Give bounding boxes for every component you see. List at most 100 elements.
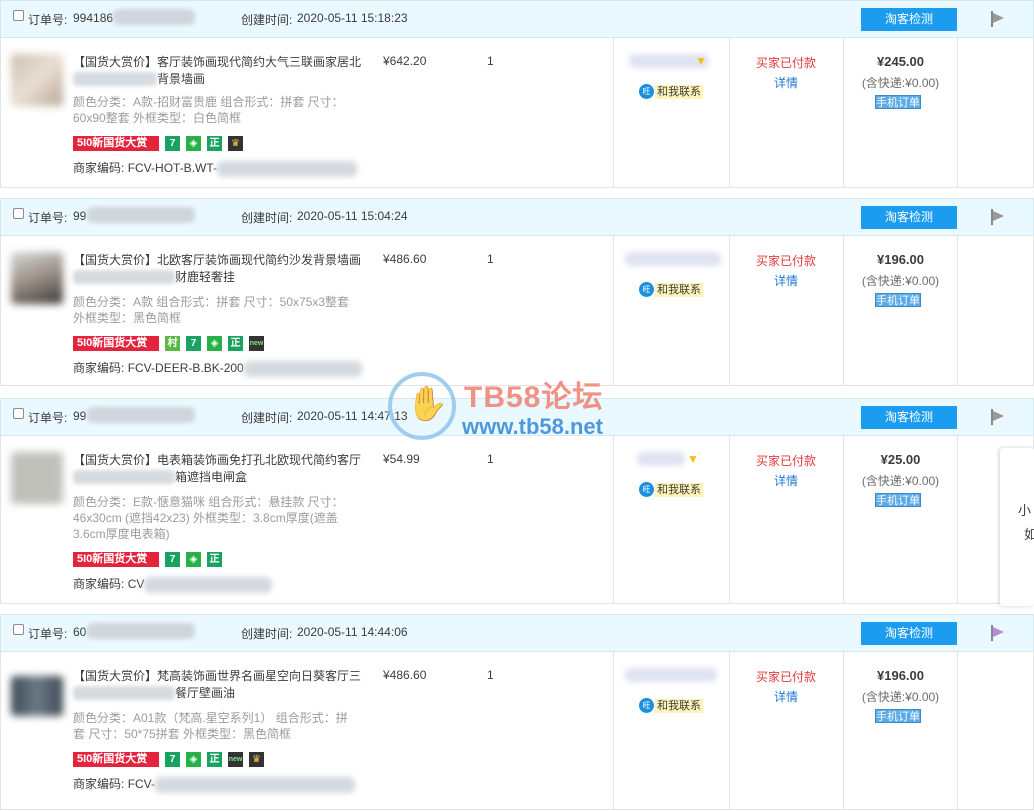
- redacted-buyer-name: [625, 252, 721, 266]
- order-body: 【国货大赏价】梵高装饰画世界名画星空向日葵客厅三 xxxxxxxxxxxxxxx…: [0, 652, 1034, 810]
- product-thumbnail[interactable]: [11, 54, 63, 106]
- taoke-check-button[interactable]: 淘客检测: [861, 622, 957, 645]
- product-tags: 5I0新国货大赏 7 ◈ 正 ♛: [73, 135, 243, 151]
- order-checkbox[interactable]: [13, 208, 24, 219]
- seven-day-return-icon: 7: [165, 551, 180, 567]
- crown-icon: ♛: [228, 135, 243, 151]
- flag-icon[interactable]: [990, 208, 1006, 226]
- order-header: 订单号: 60 创建时间: 2020-05-11 14:44:06 淘客检测: [0, 614, 1034, 652]
- contact-buyer-button[interactable]: 旺 和我联系: [639, 282, 703, 297]
- order-total: ¥196.00: [877, 668, 924, 683]
- order-status: 买家已付款: [756, 56, 817, 70]
- flag-icon[interactable]: [990, 10, 1006, 28]
- detail-link[interactable]: 详情: [774, 472, 798, 489]
- 510-promo-badge: 5I0新国货大赏: [73, 751, 159, 767]
- shipping-fee: (含快递:¥0.00): [861, 690, 940, 704]
- wangwang-icon: 旺: [639, 698, 654, 713]
- taoke-check-button[interactable]: 淘客检测: [861, 406, 957, 429]
- product-attributes: 颜色分类：E款-惬意猫咪 组合形式：悬挂款 尺寸： 46x30cm (遮挡42x…: [73, 495, 344, 541]
- unit-price: ¥486.60: [383, 252, 427, 266]
- order-total: ¥245.00: [877, 54, 924, 69]
- wangwang-icon: 旺: [639, 282, 654, 297]
- order-checkbox[interactable]: [13, 624, 24, 635]
- order-number-label: 订单号:: [28, 211, 68, 225]
- shipping-fee: (含快递:¥0.00): [861, 474, 940, 488]
- product-thumbnail[interactable]: [11, 452, 63, 504]
- detail-link[interactable]: 详情: [774, 688, 798, 705]
- quantity: 1: [487, 668, 494, 682]
- shipping-fee: (含快递:¥0.00): [861, 274, 940, 288]
- product-tags: 5I0新国货大赏 村 7 ◈ 正 new: [73, 335, 264, 351]
- product-attributes: 颜色分类：A01款（梵高.星空系列1） 组合形式：拼 套 尺寸：50*75拼套 …: [73, 711, 348, 741]
- hand-icon: ✋: [406, 385, 449, 423]
- shield-icon: ◈: [186, 751, 201, 767]
- order-checkbox[interactable]: [13, 408, 24, 419]
- product-title[interactable]: 【国货大赏价】梵高装饰画世界名画星空向日葵客厅三 xxxxxxxxxxxxxxx…: [73, 668, 365, 702]
- mobile-order-badge: 手机订单: [875, 293, 921, 307]
- 510-promo-badge: 5I0新国货大赏: [73, 135, 159, 151]
- detail-link[interactable]: 详情: [774, 74, 798, 91]
- genuine-icon: 正: [207, 551, 222, 567]
- product-title[interactable]: 【国货大赏价】客厅装饰画现代简约大气三联画家居北 xxxxxxxxxxxxxx背…: [73, 54, 365, 88]
- order-body: 【国货大赏价】北欧客厅装饰画现代简约沙发背景墙画 xxxxxxxxxxxxxxx…: [0, 236, 1034, 386]
- redacted-order-number: [113, 9, 195, 25]
- order-total: ¥25.00: [880, 452, 921, 467]
- shipping-fee: (含快递:¥0.00): [861, 76, 940, 90]
- quantity: 1: [487, 54, 494, 68]
- product-tags: 5I0新国货大赏 7 ◈ 正 new ♛: [73, 751, 264, 767]
- 510-promo-badge: 5I0新国货大赏: [73, 335, 159, 351]
- popup-text-1: 小: [1018, 503, 1032, 518]
- order-status: 买家已付款: [756, 254, 817, 268]
- order-number: 99: [73, 409, 87, 423]
- order-status: 买家已付款: [756, 670, 817, 684]
- 510-promo-badge: 5I0新国货大赏: [73, 551, 159, 567]
- merchant-code: 商家编码: FCV-DEER-B.BK-200: [73, 359, 362, 377]
- created-time-label: 创建时间:: [241, 627, 293, 641]
- new-cat-icon: new: [228, 751, 243, 767]
- created-time-label: 创建时间:: [241, 411, 293, 425]
- seven-day-return-icon: 7: [165, 751, 180, 767]
- product-attributes: 颜色分类：A款 组合形式：拼套 尺寸：50x75x3整套 外框类型：黑色简框: [73, 295, 350, 325]
- created-time-label: 创建时间:: [241, 211, 293, 225]
- detail-link[interactable]: 详情: [774, 272, 798, 289]
- order-number-label: 订单号:: [28, 411, 68, 425]
- mobile-order-badge: 手机订单: [875, 709, 921, 723]
- redacted-order-number: [87, 207, 195, 223]
- product-title[interactable]: 【国货大赏价】北欧客厅装饰画现代简约沙发背景墙画 xxxxxxxxxxxxxxx…: [73, 252, 365, 286]
- order-header: 订单号: 994186 创建时间: 2020-05-11 15:18:23 淘客…: [0, 0, 1034, 38]
- product-title[interactable]: 【国货大赏价】电表箱装饰画免打孔北欧现代简约客厅 xxxxxxxxxxxxxxx…: [73, 452, 365, 486]
- contact-buyer-button[interactable]: 旺 和我联系: [639, 84, 703, 99]
- order-number: 60: [73, 625, 87, 639]
- order-status: 买家已付款: [756, 454, 817, 468]
- merchant-code: 商家编码: CV: [73, 575, 273, 593]
- product-tags: 5I0新国货大赏 7 ◈ 正: [73, 551, 222, 567]
- wangwang-icon: 旺: [639, 482, 654, 497]
- order-header: 订单号: 99 创建时间: 2020-05-11 15:04:24 淘客检测: [0, 198, 1034, 236]
- filter-icon[interactable]: ▼: [695, 54, 707, 68]
- contact-buyer-button[interactable]: 旺 和我联系: [639, 482, 703, 497]
- filter-icon[interactable]: ▼: [687, 452, 699, 466]
- merchant-code: 商家编码: FCV-HOT-B.WT-: [73, 159, 358, 177]
- created-time: 2020-05-11 14:44:06: [297, 625, 408, 639]
- unit-price: ¥486.60: [383, 668, 427, 682]
- unit-price: ¥54.99: [383, 452, 420, 466]
- flag-icon[interactable]: [990, 408, 1006, 426]
- redacted-buyer-name: [637, 452, 685, 466]
- shield-icon: ◈: [207, 335, 222, 351]
- forum-watermark: ✋ TB58论坛 www.tb58.net: [388, 372, 648, 442]
- order-number: 994186: [73, 11, 114, 25]
- taoke-check-button[interactable]: 淘客检测: [861, 206, 957, 229]
- side-popup-panel[interactable]: 小 如: [1000, 448, 1034, 606]
- flag-icon[interactable]: [990, 624, 1006, 642]
- order-card: 订单号: 60 创建时间: 2020-05-11 14:44:06 淘客检测 【…: [0, 614, 1034, 810]
- wangwang-icon: 旺: [639, 84, 654, 99]
- product-thumbnail[interactable]: [11, 676, 63, 716]
- order-checkbox[interactable]: [13, 10, 24, 21]
- product-thumbnail[interactable]: [11, 252, 63, 304]
- redacted-order-number: [87, 407, 195, 423]
- contact-buyer-button[interactable]: 旺 和我联系: [639, 698, 703, 713]
- seven-day-return-icon: 7: [165, 135, 180, 151]
- seven-day-return-icon: 7: [186, 335, 201, 351]
- order-body: 【国货大赏价】客厅装饰画现代简约大气三联画家居北 xxxxxxxxxxxxxx背…: [0, 38, 1034, 188]
- taoke-check-button[interactable]: 淘客检测: [861, 8, 957, 31]
